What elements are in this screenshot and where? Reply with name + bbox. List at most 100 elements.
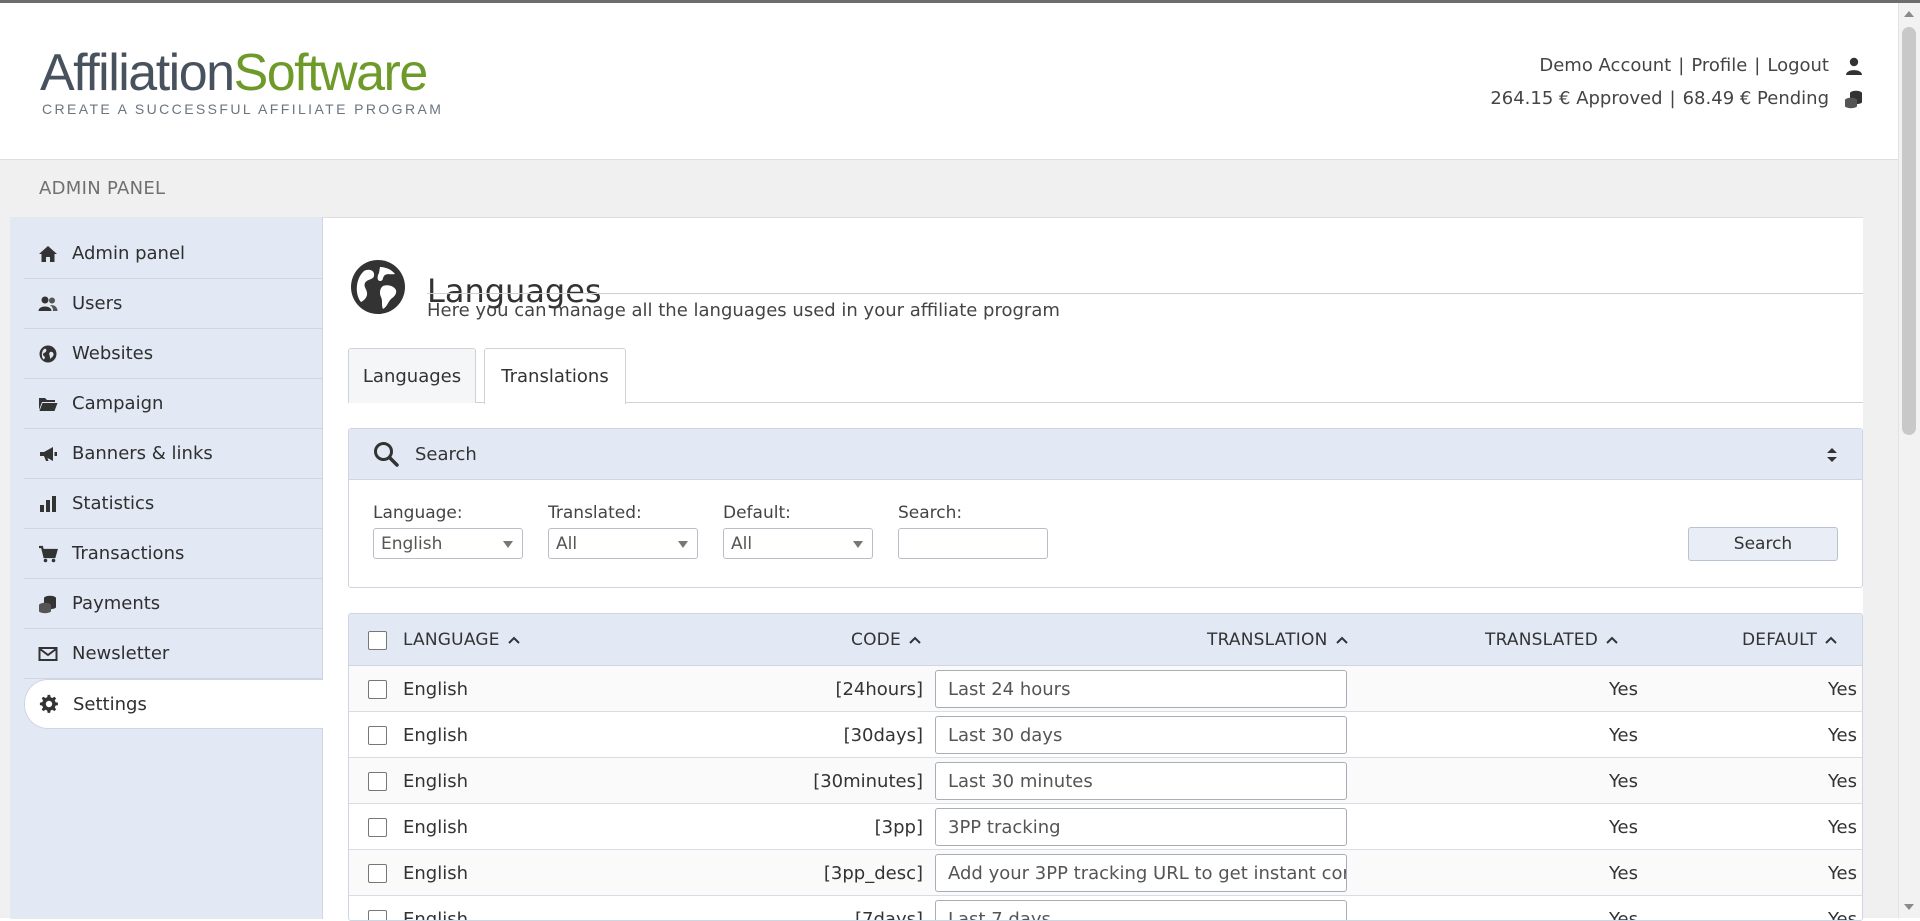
account-links: Demo Account | Profile | Logout [1490, 49, 1864, 82]
sort-asc-icon [508, 636, 520, 644]
cell-code: [7days] [789, 896, 923, 921]
cell-language: English [403, 712, 468, 758]
select-all-checkbox-cell [368, 614, 387, 666]
translated-select[interactable]: All [548, 528, 698, 559]
page-scrollbar[interactable] [1898, 3, 1920, 918]
expand-collapse-icon[interactable] [1826, 446, 1838, 464]
cell-translated: Yes [1499, 850, 1638, 896]
column-header-translated[interactable]: TRANSLATED [1485, 614, 1618, 666]
column-header-label: LANGUAGE [403, 630, 500, 650]
row-checkbox[interactable] [368, 864, 387, 883]
sidebar-item-banners-links[interactable]: Banners & links [24, 429, 323, 479]
scroll-down-arrow[interactable] [1904, 904, 1914, 910]
search-icon [373, 441, 399, 467]
search-filters: Language: English Translated: All [373, 503, 1048, 559]
sidebar-item-campaign[interactable]: Campaign [24, 379, 323, 429]
sidebar-item-websites[interactable]: Websites [24, 329, 323, 379]
select-all-checkbox[interactable] [368, 631, 387, 650]
column-header-label: TRANSLATION [1207, 630, 1328, 650]
gear-icon [39, 694, 59, 714]
search-panel-header[interactable]: Search [349, 429, 1862, 480]
account-name-link[interactable]: Demo Account [1539, 49, 1671, 82]
sidebar-item-payments[interactable]: Payments [24, 579, 323, 629]
search-text-filter: Search: [898, 503, 1048, 559]
scroll-up-arrow[interactable] [1904, 11, 1914, 17]
cell-translated: Yes [1499, 896, 1638, 921]
table-row: English [3pp_desc] Add your 3PP tracking… [349, 850, 1862, 896]
sidebar-item-label: Settings [73, 694, 147, 715]
logo-tagline: CREATE A SUCCESSFUL AFFILIATE PROGRAM [40, 101, 443, 117]
language-filter-label: Language: [373, 503, 523, 523]
translation-input[interactable]: Last 24 hours [935, 670, 1347, 708]
table-row: English [30minutes] Last 30 minutes Yes … [349, 758, 1862, 804]
chevron-down-icon [678, 541, 688, 548]
column-header-code[interactable]: CODE [851, 614, 921, 666]
sidebar-item-transactions[interactable]: Transactions [24, 529, 323, 579]
row-checkbox[interactable] [368, 910, 387, 921]
default-filter-label: Default: [723, 503, 873, 523]
sidebar-item-statistics[interactable]: Statistics [24, 479, 323, 529]
sidebar-item-admin-panel[interactable]: Admin panel [24, 229, 323, 279]
translations-table: LANGUAGE CODE TRANSLATION TRANSLATED [348, 613, 1863, 921]
language-select[interactable]: English [373, 528, 523, 559]
title-divider [427, 293, 1863, 294]
chevron-down-icon [503, 541, 513, 548]
default-filter: Default: All [723, 503, 873, 559]
approved-balance: 264.15 € Approved [1490, 82, 1662, 115]
tab-translations[interactable]: Translations [484, 348, 626, 404]
default-select[interactable]: All [723, 528, 873, 559]
row-checkbox[interactable] [368, 818, 387, 837]
pending-balance: 68.49 € Pending [1683, 82, 1829, 115]
sidebar-item-label: Payments [72, 593, 160, 614]
logo[interactable]: AffiliationSoftware CREATE A SUCCESSFUL … [40, 47, 443, 117]
table-row: English [30days] Last 30 days Yes Yes [349, 712, 1862, 758]
logo-text-part1: Affiliation [40, 44, 234, 102]
row-checkbox[interactable] [368, 772, 387, 791]
column-header-default[interactable]: DEFAULT [1742, 614, 1837, 666]
cell-default: Yes [1729, 758, 1857, 804]
row-checkbox[interactable] [368, 726, 387, 745]
tab-languages[interactable]: Languages [348, 348, 476, 403]
sidebar-item-newsletter[interactable]: Newsletter [24, 629, 323, 679]
sidebar-item-users[interactable]: Users [24, 279, 323, 329]
cell-code: [3pp_desc] [789, 850, 923, 896]
cell-default: Yes [1729, 850, 1857, 896]
cell-language: English [403, 758, 468, 804]
logo-text-part2: Software [234, 44, 427, 102]
cell-code: [30days] [789, 712, 923, 758]
globe-icon [38, 344, 58, 364]
separator: | [1678, 49, 1684, 82]
sidebar-item-settings[interactable]: Settings [24, 679, 323, 729]
cell-code: [30minutes] [789, 758, 923, 804]
column-header-translation[interactable]: TRANSLATION [1207, 614, 1348, 666]
logout-link[interactable]: Logout [1767, 49, 1829, 82]
translation-input[interactable]: Add your 3PP tracking URL to get instant… [935, 854, 1347, 892]
cell-language: English [403, 666, 468, 712]
search-button[interactable]: Search [1688, 527, 1838, 561]
site-header: AffiliationSoftware CREATE A SUCCESSFUL … [0, 3, 1898, 159]
user-icon[interactable] [1844, 56, 1864, 76]
column-header-language[interactable]: LANGUAGE [403, 614, 520, 666]
search-text-label: Search: [898, 503, 1048, 523]
translation-input[interactable]: Last 30 minutes [935, 762, 1347, 800]
row-checkbox[interactable] [368, 680, 387, 699]
profile-link[interactable]: Profile [1691, 49, 1747, 82]
cell-translated: Yes [1499, 666, 1638, 712]
cell-translated: Yes [1499, 804, 1638, 850]
translation-input[interactable]: Last 30 days [935, 716, 1347, 754]
scrollbar-thumb[interactable] [1902, 27, 1916, 435]
sidebar-nav: Admin panel Users Websites [24, 229, 323, 729]
translated-filter: Translated: All [548, 503, 698, 559]
table-row: English [3pp] 3PP tracking Yes Yes [349, 804, 1862, 850]
search-input[interactable] [898, 528, 1048, 559]
separator: | [1670, 82, 1676, 115]
language-filter: Language: English [373, 503, 523, 559]
users-icon [38, 294, 58, 314]
sidebar-item-label: Users [72, 293, 122, 314]
panel-title: ADMIN PANEL [39, 178, 165, 199]
translation-input[interactable]: 3PP tracking [935, 808, 1347, 846]
column-header-label: TRANSLATED [1485, 630, 1598, 650]
balance-row: 264.15 € Approved | 68.49 € Pending [1490, 82, 1864, 115]
sort-asc-icon [909, 636, 921, 644]
sort-asc-icon [1336, 636, 1348, 644]
